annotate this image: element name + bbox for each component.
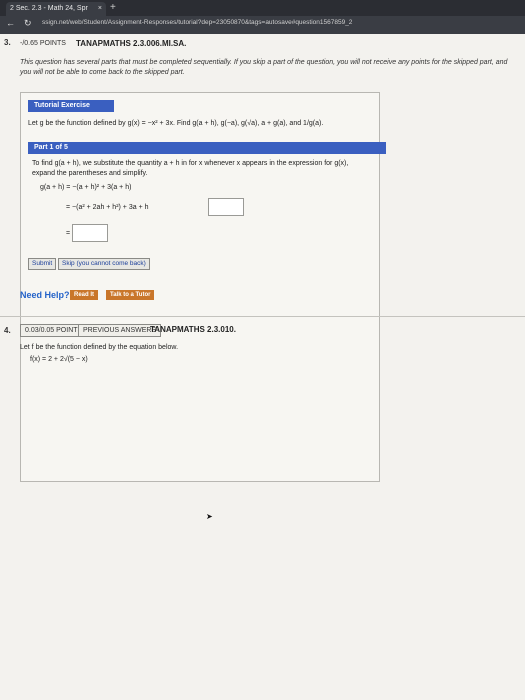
browser-tab[interactable]: 2 Sec. 2.3 - Math 24, Spr × [6,2,106,16]
tab-title: 2 Sec. 2.3 - Math 24, Spr [10,5,88,12]
question-divider [0,316,525,317]
talk-to-tutor-button[interactable]: Talk to a Tutor [106,290,155,300]
tutorial-exercise-header: Tutorial Exercise [28,100,114,112]
url-field[interactable]: ssign.net/web/Student/Assignment-Respons… [42,19,352,26]
tab-close-icon[interactable]: × [98,2,102,16]
question-number-4: 4. [4,326,11,335]
question-4-text: Let f be the function defined by the equ… [20,344,179,351]
previous-answers-button[interactable]: PREVIOUS ANSWERS [78,324,162,337]
new-tab-icon[interactable]: + [110,2,116,13]
equation-line-3: = [66,230,71,237]
question-points: -/0.65 POINTS [20,40,66,47]
question-4-formula: f(x) = 2 + 2√(5 − x) [30,356,88,363]
read-it-button[interactable]: Read It [70,290,99,300]
mouse-cursor-icon: ➤ [206,512,213,521]
reload-icon[interactable]: ↻ [24,18,32,29]
need-help-label: Need Help? [20,290,70,300]
answer-input-2[interactable] [72,224,108,242]
question-number: 3. [4,38,11,47]
problem-statement: Let g be the function defined by g(x) = … [28,120,324,127]
skip-button[interactable]: Skip (you cannot come back) [58,258,150,270]
question-code: TANAPMATHS 2.3.006.MI.SA. [76,39,187,48]
back-arrow-icon[interactable]: ← [6,18,15,28]
question-code-4: TANAPMATHS 2.3.010. [150,325,236,334]
answer-input-1[interactable] [208,198,244,216]
step-text-1: To find g(a + h), we substitute the quan… [32,160,349,167]
browser-top-bar: 2 Sec. 2.3 - Math 24, Spr × + ← ↻ ssign.… [0,0,525,34]
equation-line-1: g(a + h) = −(a + h)² + 3(a + h) [40,184,132,191]
equation-line-2: = −(a² + 2ah + h²) + 3a + h [66,204,149,211]
address-bar-row: ← ↻ ssign.net/web/Student/Assignment-Res… [0,16,525,34]
submit-button[interactable]: Submit [28,258,57,270]
part-header: Part 1 of 5 [28,142,386,154]
question-intro-text: This question has several parts that mus… [20,59,508,76]
step-text-2: expand the parentheses and simplify. [32,170,148,177]
